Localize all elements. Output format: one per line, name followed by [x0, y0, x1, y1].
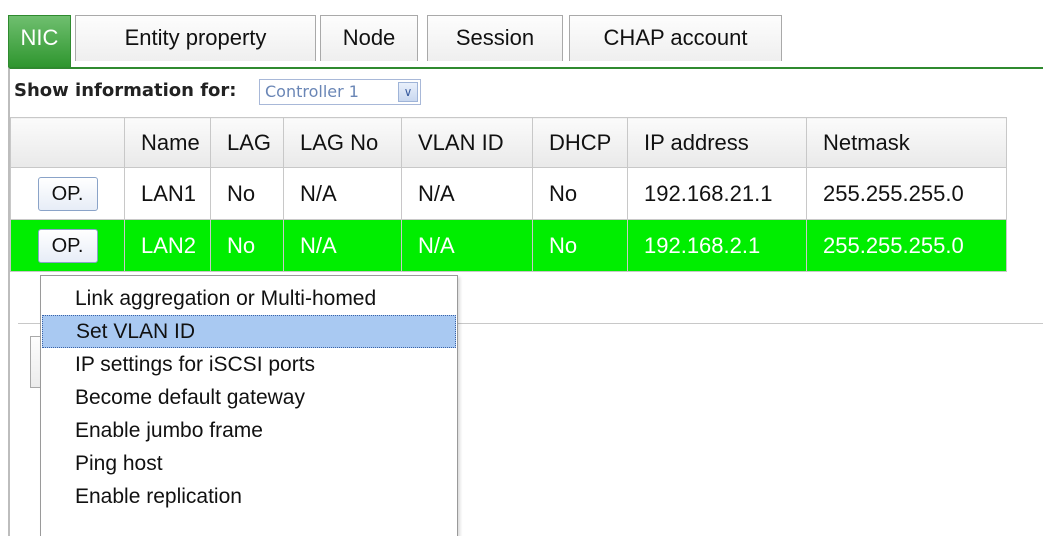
nic-table: Name LAG LAG No VLAN ID DHCP IP address … [10, 117, 1007, 272]
tab-node[interactable]: Node [320, 15, 418, 61]
cell-name: LAN2 [124, 219, 211, 272]
column-header-vlan-id: VLAN ID [401, 117, 533, 168]
cell-netmask: 255.255.255.0 [806, 167, 1007, 220]
cell-lag-no: N/A [283, 219, 402, 272]
menu-item-jumbo-frame[interactable]: Enable jumbo frame [42, 414, 456, 447]
cell-lag-no: N/A [283, 167, 402, 220]
chevron-down-icon[interactable]: ∨ [398, 82, 418, 102]
menu-item-default-gateway[interactable]: Become default gateway [42, 381, 456, 414]
op-cell: OP. [10, 219, 125, 272]
menu-item-link-aggregation[interactable]: Link aggregation or Multi-homed [42, 282, 456, 315]
tab-session[interactable]: Session [427, 15, 563, 61]
cell-lag: No [210, 219, 284, 272]
column-header-lag: LAG [210, 117, 284, 168]
op-context-menu: Link aggregation or Multi-homed Set VLAN… [40, 275, 458, 536]
cell-lag: No [210, 167, 284, 220]
menu-item-set-vlan-id[interactable]: Set VLAN ID [42, 315, 456, 348]
column-header-lag-no: LAG No [283, 117, 402, 168]
tab-chap-account[interactable]: CHAP account [569, 15, 782, 61]
show-information-label: Show information for: [14, 80, 237, 101]
cell-vlan-id: N/A [401, 219, 533, 272]
cell-dhcp: No [532, 167, 628, 220]
cell-ip-address: 192.168.21.1 [627, 167, 807, 220]
controller-select[interactable]: Controller 1 ∨ [259, 79, 421, 105]
cell-ip-address: 192.168.2.1 [627, 219, 807, 272]
cell-vlan-id: N/A [401, 167, 533, 220]
op-button-lan2[interactable]: OP. [37, 228, 98, 263]
cell-dhcp: No [532, 219, 628, 272]
table-row[interactable]: OP. LAN1 No N/A N/A No 192.168.21.1 255.… [10, 167, 1007, 220]
menu-item-enable-replication[interactable]: Enable replication [42, 480, 456, 513]
menu-item-ip-settings[interactable]: IP settings for iSCSI ports [42, 348, 456, 381]
column-header-ip-address: IP address [627, 117, 807, 168]
controller-select-value: Controller 1 [265, 82, 359, 101]
column-header-name: Name [124, 117, 211, 168]
menu-item-ping-host[interactable]: Ping host [42, 447, 456, 480]
cell-netmask: 255.255.255.0 [806, 219, 1007, 272]
op-button-lan1[interactable]: OP. [37, 176, 98, 211]
column-header-op [10, 117, 125, 168]
table-row-selected[interactable]: OP. LAN2 No N/A N/A No 192.168.2.1 255.2… [10, 219, 1007, 272]
nic-panel-root: NIC Entity property Node Session CHAP ac… [0, 0, 1043, 536]
op-cell: OP. [10, 167, 125, 220]
cell-name: LAN1 [124, 167, 211, 220]
table-header-row: Name LAG LAG No VLAN ID DHCP IP address … [10, 117, 1007, 168]
column-header-dhcp: DHCP [532, 117, 628, 168]
tab-nic[interactable]: NIC [8, 15, 71, 67]
tab-entity-property[interactable]: Entity property [75, 15, 316, 61]
column-header-netmask: Netmask [806, 117, 1007, 168]
